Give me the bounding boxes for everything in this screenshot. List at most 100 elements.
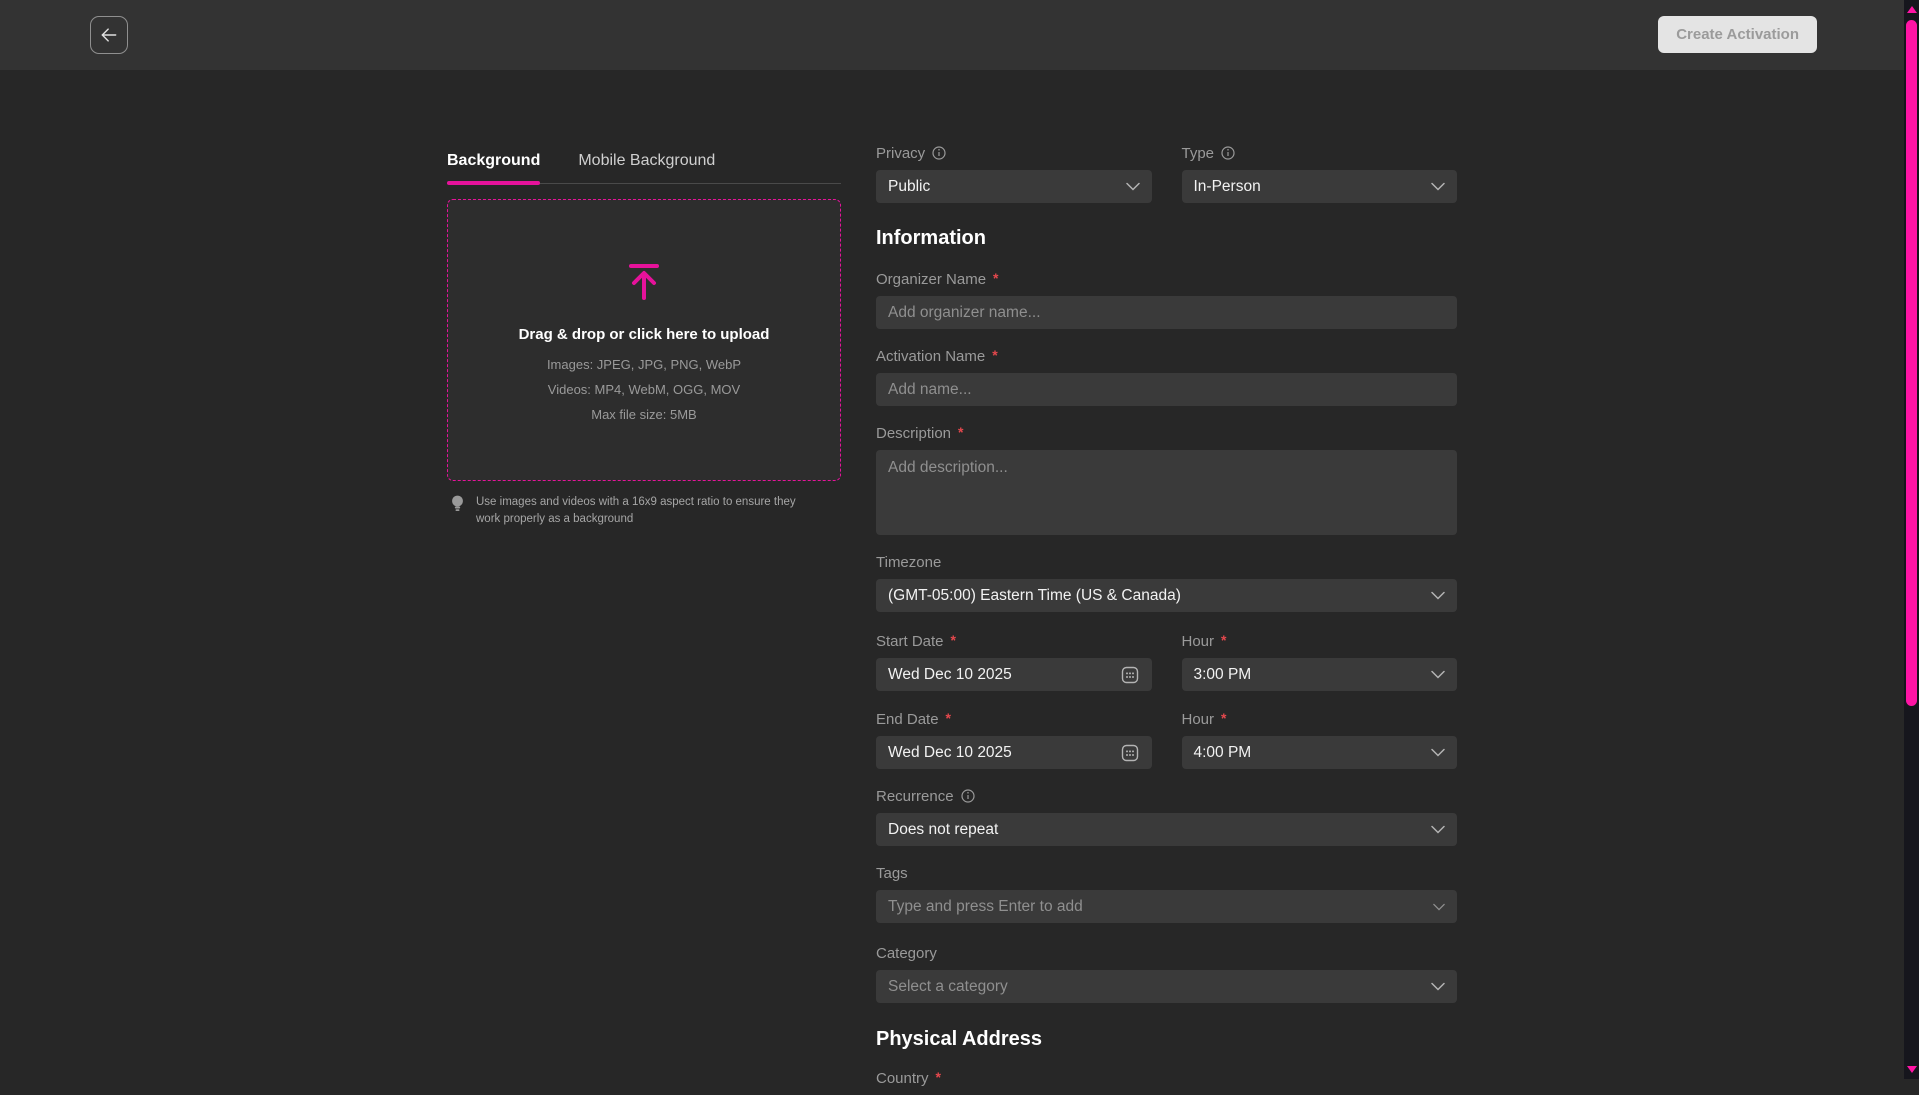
- end-hour-field: Hour * 4:00 PM: [1182, 710, 1458, 769]
- lightbulb-icon: [450, 494, 465, 514]
- country-label: Country *: [876, 1069, 1457, 1087]
- activation-name-input[interactable]: [876, 373, 1457, 406]
- type-value: In-Person: [1194, 178, 1261, 196]
- upload-dropzone[interactable]: Drag & drop or click here to upload Imag…: [447, 199, 841, 481]
- start-hour-value: 3:00 PM: [1194, 666, 1252, 684]
- start-date-label: Start Date *: [876, 632, 1152, 650]
- tags-field: Tags Type and press Enter to add: [876, 864, 1457, 923]
- timezone-field: Timezone (GMT-05:00) Eastern Time (US & …: [876, 553, 1457, 612]
- dropzone-max-size: Max file size: 5MB: [591, 407, 696, 422]
- scroll-down-arrow-icon[interactable]: [1907, 1066, 1917, 1073]
- scroll-up-arrow-icon[interactable]: [1907, 6, 1917, 13]
- aspect-ratio-note-text: Use images and videos with a 16x9 aspect…: [476, 494, 821, 527]
- timezone-label-text: Timezone: [876, 554, 941, 571]
- end-date-value: Wed Dec 10 2025: [888, 744, 1012, 762]
- start-hour-label: Hour *: [1182, 632, 1458, 650]
- tags-label-text: Tags: [876, 865, 908, 882]
- organizer-name-label: Organizer Name *: [876, 270, 1457, 288]
- required-asterisk: *: [992, 347, 997, 363]
- privacy-field: Privacy Public: [876, 144, 1152, 203]
- start-hour-label-text: Hour: [1182, 633, 1215, 650]
- tab-background[interactable]: Background: [447, 152, 540, 183]
- end-hour-select[interactable]: 4:00 PM: [1182, 736, 1458, 769]
- recurrence-label: Recurrence: [876, 787, 1457, 805]
- dropzone-videos-formats: Videos: MP4, WebM, OGG, MOV: [548, 382, 740, 397]
- start-date-picker[interactable]: Wed Dec 10 2025: [876, 658, 1152, 691]
- required-asterisk: *: [993, 270, 998, 286]
- organizer-name-field: Organizer Name *: [876, 270, 1457, 329]
- end-date-label: End Date *: [876, 710, 1152, 728]
- activation-name-label-text: Activation Name: [876, 348, 985, 365]
- tags-label: Tags: [876, 864, 1457, 882]
- type-label: Type: [1182, 144, 1458, 162]
- category-select[interactable]: Select a category: [876, 970, 1457, 1003]
- country-label-text: Country: [876, 1070, 929, 1087]
- privacy-value: Public: [888, 178, 930, 196]
- category-placeholder: Select a category: [888, 978, 1008, 996]
- type-select[interactable]: In-Person: [1182, 170, 1458, 203]
- start-date-field: Start Date * Wed Dec 10 2025: [876, 632, 1152, 691]
- chevron-down-icon: [1433, 903, 1445, 911]
- chevron-down-icon: [1431, 748, 1445, 757]
- dropzone-title: Drag & drop or click here to upload: [519, 326, 770, 343]
- tab-mobile-background[interactable]: Mobile Background: [578, 152, 715, 183]
- start-hour-select[interactable]: 3:00 PM: [1182, 658, 1458, 691]
- category-label-text: Category: [876, 945, 937, 962]
- required-asterisk: *: [958, 424, 963, 440]
- privacy-select[interactable]: Public: [876, 170, 1152, 203]
- required-asterisk: *: [951, 632, 956, 648]
- required-asterisk: *: [946, 710, 951, 726]
- create-activation-button[interactable]: Create Activation: [1658, 16, 1817, 53]
- chevron-down-icon: [1431, 591, 1445, 600]
- type-label-text: Type: [1182, 145, 1215, 162]
- info-icon[interactable]: [1221, 146, 1235, 160]
- chevron-down-icon: [1431, 825, 1445, 834]
- aspect-ratio-note: Use images and videos with a 16x9 aspect…: [447, 494, 841, 527]
- info-icon[interactable]: [932, 146, 946, 160]
- description-field: Description *: [876, 424, 1457, 535]
- description-label: Description *: [876, 424, 1457, 442]
- information-heading: Information: [876, 227, 1457, 250]
- activation-name-label: Activation Name *: [876, 347, 1457, 365]
- recurrence-select[interactable]: Does not repeat: [876, 813, 1457, 846]
- required-asterisk: *: [936, 1069, 941, 1085]
- chevron-down-icon: [1431, 982, 1445, 991]
- recurrence-label-text: Recurrence: [876, 788, 954, 805]
- scrollbar-thumb[interactable]: [1906, 20, 1917, 706]
- end-date-label-text: End Date: [876, 711, 939, 728]
- arrow-left-icon: [99, 25, 119, 45]
- end-date-picker[interactable]: Wed Dec 10 2025: [876, 736, 1152, 769]
- description-label-text: Description: [876, 425, 951, 442]
- calendar-icon: [1120, 665, 1140, 685]
- chevron-down-icon: [1431, 182, 1445, 191]
- vertical-scrollbar[interactable]: [1904, 0, 1919, 1079]
- start-hour-field: Hour * 3:00 PM: [1182, 632, 1458, 691]
- activation-form: Privacy Public Type: [876, 144, 1457, 1095]
- back-button[interactable]: [90, 16, 128, 54]
- info-icon[interactable]: [961, 789, 975, 803]
- end-date-field: End Date * Wed Dec 10 2025: [876, 710, 1152, 769]
- recurrence-field: Recurrence Does not repeat: [876, 787, 1457, 846]
- timezone-label: Timezone: [876, 553, 1457, 571]
- tags-input[interactable]: Type and press Enter to add: [876, 890, 1457, 923]
- category-field: Category Select a category: [876, 944, 1457, 1003]
- timezone-select[interactable]: (GMT-05:00) Eastern Time (US & Canada): [876, 579, 1457, 612]
- timezone-value: (GMT-05:00) Eastern Time (US & Canada): [888, 587, 1181, 605]
- end-hour-label-text: Hour: [1182, 711, 1215, 728]
- end-hour-value: 4:00 PM: [1194, 744, 1252, 762]
- calendar-icon: [1120, 743, 1140, 763]
- required-asterisk: *: [1221, 710, 1226, 726]
- upload-arrow-icon: [621, 258, 667, 304]
- privacy-label: Privacy: [876, 144, 1152, 162]
- dropzone-images-formats: Images: JPEG, JPG, PNG, WebP: [547, 357, 741, 372]
- tags-placeholder: Type and press Enter to add: [888, 898, 1083, 916]
- topbar: Create Activation: [0, 0, 1904, 70]
- category-label: Category: [876, 944, 1457, 962]
- chevron-down-icon: [1431, 670, 1445, 679]
- organizer-name-input[interactable]: [876, 296, 1457, 329]
- organizer-name-label-text: Organizer Name: [876, 271, 986, 288]
- background-tabs: Background Mobile Background: [447, 152, 841, 184]
- end-hour-label: Hour *: [1182, 710, 1458, 728]
- description-textarea[interactable]: [876, 450, 1457, 535]
- required-asterisk: *: [1221, 632, 1226, 648]
